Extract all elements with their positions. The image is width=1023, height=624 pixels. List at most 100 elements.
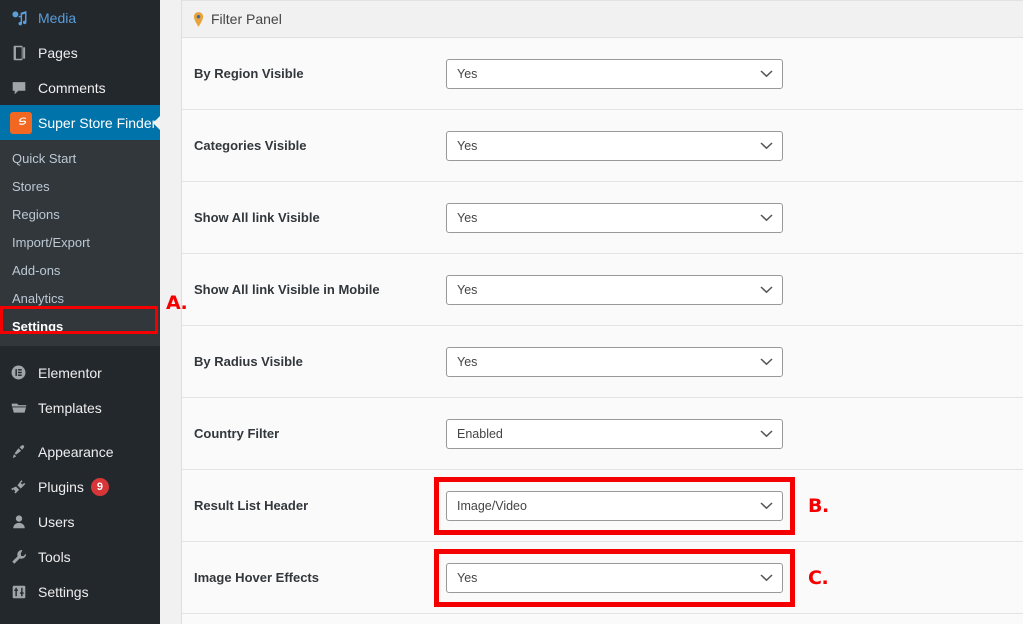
sidebar-item-templates[interactable]: Templates: [0, 390, 160, 425]
sidebar-item-pages[interactable]: Pages: [0, 35, 160, 70]
setting-control-wrap: Yes: [446, 346, 783, 377]
setting-control-wrap: Yes: [446, 130, 783, 161]
sidebar-item-elementor[interactable]: Elementor: [0, 355, 160, 390]
sidebar-subitem-analytics[interactable]: Analytics: [0, 284, 160, 312]
setting-row: Image Hover Effects Yes: [182, 542, 1023, 614]
appearance-icon: [10, 443, 38, 461]
chevron-down-icon: [760, 357, 773, 366]
annotation-c: C.: [808, 567, 829, 589]
setting-control-wrap: Yes: [446, 274, 783, 305]
users-icon: [10, 513, 38, 531]
filter-panel-card: Filter Panel By Region Visible Yes Categ…: [181, 0, 1023, 624]
pages-icon: [10, 44, 38, 62]
sidebar-subitem-quick-start[interactable]: Quick Start: [0, 144, 160, 172]
setting-row: Result List Header Image/Video: [182, 470, 1023, 542]
select-value: Yes: [457, 354, 478, 369]
sidebar-subitem-add-ons[interactable]: Add-ons: [0, 256, 160, 284]
sidebar-subitem-regions[interactable]: Regions: [0, 200, 160, 228]
setting-control-wrap: Enabled: [446, 418, 783, 449]
sidebar-subitem-label: Import/Export: [12, 234, 91, 250]
select-value: Yes: [457, 570, 478, 585]
by-region-visible-select[interactable]: Yes: [446, 58, 783, 89]
setting-label: Show All link Visible in Mobile: [194, 281, 380, 297]
sidebar-item-appearance[interactable]: Appearance: [0, 434, 160, 469]
sidebar-subitem-settings[interactable]: Settings: [0, 312, 160, 340]
categories-visible-select[interactable]: Yes: [446, 130, 783, 161]
setting-row: By Region Visible Yes: [182, 38, 1023, 110]
sidebar-item-comments[interactable]: Comments: [0, 70, 160, 105]
annotation-a: A.: [166, 292, 188, 314]
plugins-icon: [10, 478, 38, 496]
elementor-icon: [10, 364, 38, 381]
setting-row: By Radius Visible Yes: [182, 326, 1023, 398]
sidebar-subitem-label: Add-ons: [12, 262, 61, 278]
sidebar-item-super-store-finder[interactable]: Super Store Finder: [0, 105, 160, 140]
select-value: Enabled: [457, 426, 503, 441]
select-value: Yes: [457, 282, 478, 297]
select-value: Image/Video: [457, 498, 527, 513]
chevron-down-icon: [760, 69, 773, 78]
setting-control-wrap: Image/Video: [434, 476, 795, 535]
setting-control-wrap: Yes: [434, 548, 795, 607]
sidebar-item-label: Users: [38, 513, 75, 530]
select-value: Yes: [457, 210, 478, 225]
settings-icon: [10, 583, 38, 601]
country-filter-select[interactable]: Enabled: [446, 418, 783, 449]
sidebar-subitem-stores[interactable]: Stores: [0, 172, 160, 200]
result-list-header-select[interactable]: Image/Video: [446, 490, 783, 521]
setting-label: Categories Visible: [194, 137, 307, 153]
sidebar-item-media[interactable]: Media: [0, 0, 160, 35]
setting-row: Show All link Visible in Mobile Yes: [182, 254, 1023, 326]
setting-row: Country Filter Enabled: [182, 398, 1023, 470]
select-value: Yes: [457, 138, 478, 153]
select-value: Yes: [457, 66, 478, 81]
sidebar-item-label: Comments: [38, 79, 106, 96]
setting-label: By Radius Visible: [194, 353, 303, 369]
sidebar-item-users[interactable]: Users: [0, 504, 160, 539]
setting-label: Image Hover Effects: [194, 569, 319, 585]
sidebar-item-label: Settings: [38, 583, 89, 600]
show-all-link-visible-select[interactable]: Yes: [446, 202, 783, 233]
sidebar-item-label: Plugins: [38, 478, 84, 495]
sidebar-item-label: Appearance: [38, 443, 114, 460]
setting-label: By Region Visible: [194, 65, 304, 81]
sidebar-item-settings[interactable]: Settings: [0, 574, 160, 609]
media-icon: [10, 9, 38, 27]
admin-sidebar: Media Pages Comments Super Store Finder …: [0, 0, 160, 624]
sidebar-subitem-label: Stores: [12, 178, 50, 194]
setting-control-wrap: Yes: [446, 58, 783, 89]
sidebar-item-label: Templates: [38, 399, 102, 416]
tools-icon: [10, 548, 38, 566]
setting-control-wrap: Yes: [446, 202, 783, 233]
chevron-down-icon: [760, 429, 773, 438]
filter-panel-header: Filter Panel: [182, 1, 1023, 38]
sidebar-subitem-import-export[interactable]: Import/Export: [0, 228, 160, 256]
setting-label: Country Filter: [194, 425, 280, 441]
sidebar-subitem-label: Settings: [12, 318, 64, 334]
by-radius-visible-select[interactable]: Yes: [446, 346, 783, 377]
wordpress-admin-screen: Media Pages Comments Super Store Finder …: [0, 0, 1023, 624]
setting-row: Show All link Visible Yes: [182, 182, 1023, 254]
sidebar-item-label: Elementor: [38, 364, 102, 381]
sidebar-item-plugins[interactable]: Plugins 9: [0, 469, 160, 504]
setting-label: Result List Header: [194, 497, 309, 513]
sidebar-item-tools[interactable]: Tools: [0, 539, 160, 574]
chevron-down-icon: [760, 141, 773, 150]
panel-title: Filter Panel: [211, 11, 282, 27]
templates-icon: [10, 399, 38, 417]
setting-label: Show All link Visible: [194, 209, 320, 225]
main-content: Filter Panel By Region Visible Yes Categ…: [160, 0, 1023, 624]
annotation-b: B.: [808, 495, 829, 517]
sidebar-subitem-label: Quick Start: [12, 150, 77, 166]
sidebar-item-label: Pages: [38, 44, 78, 61]
show-all-link-visible-in-mobile-select[interactable]: Yes: [446, 274, 783, 305]
plugins-update-badge: 9: [90, 477, 109, 496]
chevron-down-icon: [760, 213, 773, 222]
sidebar-item-label: Media: [38, 9, 77, 26]
comments-icon: [10, 79, 38, 97]
sidebar-divider-2: [0, 425, 160, 434]
chevron-down-icon: [760, 573, 773, 582]
sidebar-subitem-label: Analytics: [12, 290, 65, 306]
image-hover-effects-select[interactable]: Yes: [446, 562, 783, 593]
setting-row: Categories Visible Yes: [182, 110, 1023, 182]
